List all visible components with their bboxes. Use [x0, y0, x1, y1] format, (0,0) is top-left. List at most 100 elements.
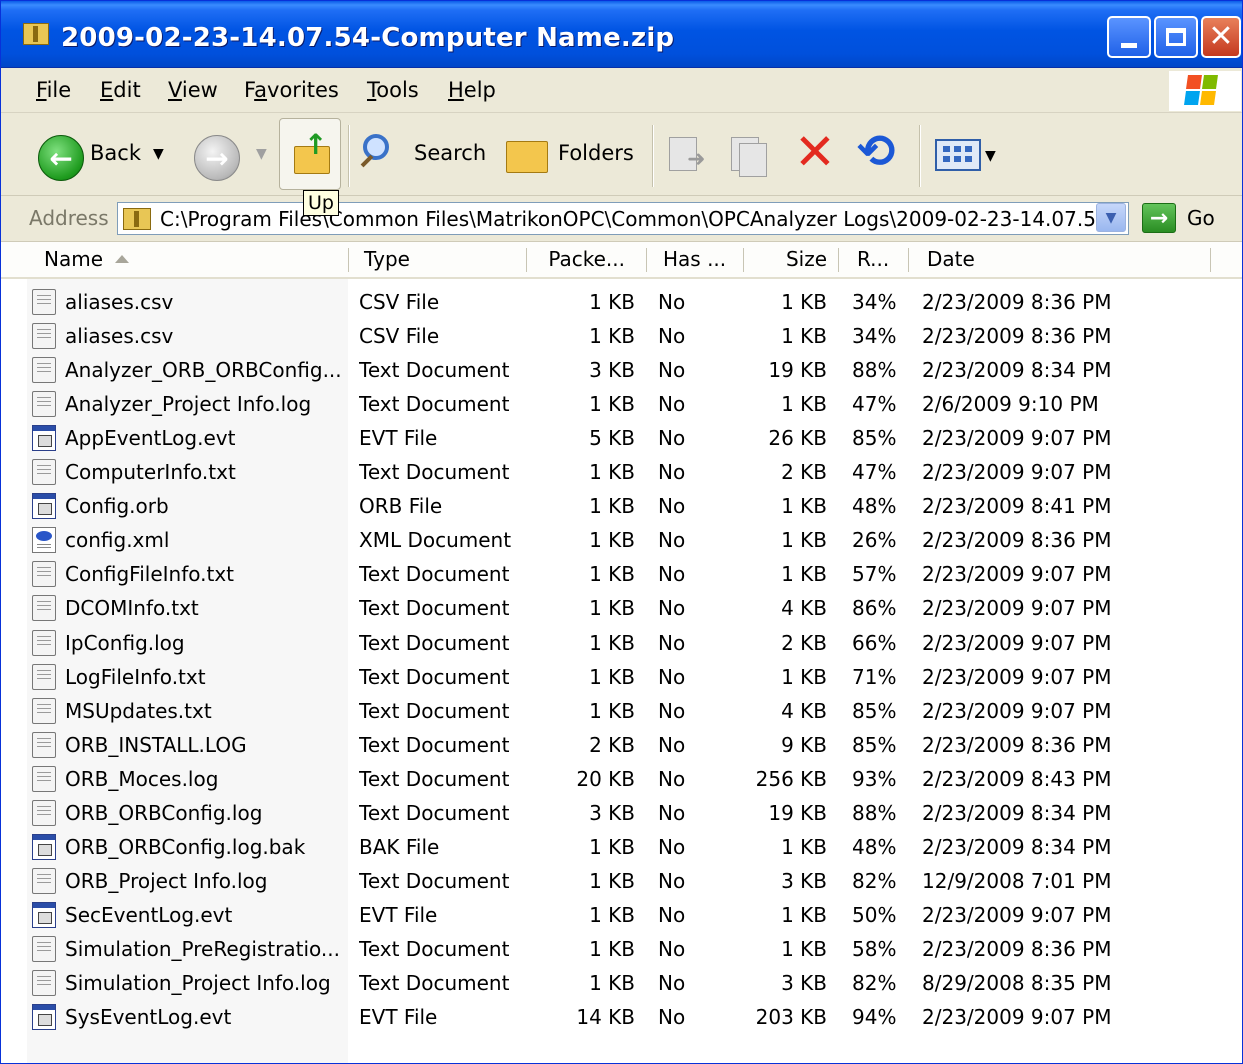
delete-icon[interactable]: ✕	[794, 127, 836, 177]
file-ratio: 85%	[852, 426, 897, 451]
file-ratio: 85%	[852, 698, 897, 723]
list-item[interactable]: Simulation_PreRegistratio... Text Documen…	[1, 932, 1242, 966]
file-name: SysEventLog.evt	[65, 1005, 232, 1030]
menu-help[interactable]: Help	[448, 78, 496, 102]
menu-view[interactable]: View	[168, 78, 218, 102]
forward-dropdown-arrow-icon[interactable]: ▼	[256, 146, 267, 162]
file-has: No	[658, 698, 686, 723]
list-item[interactable]: aliases.csv CSV File 1 KB No 1 KB 34% 2/23/200…	[1, 285, 1242, 319]
column-header-type[interactable]: Type	[354, 242, 526, 277]
file-size: 1 KB	[781, 902, 827, 927]
list-item[interactable]: ORB_INSTALL.LOG Text Document 2 KB No 9 KB 85…	[1, 728, 1242, 762]
column-header-ratio[interactable]: R...	[847, 242, 907, 277]
file-name: config.xml	[65, 528, 170, 553]
file-date: 2/23/2009 8:36 PM	[922, 324, 1112, 349]
views-dropdown-arrow-icon[interactable]: ▼	[985, 148, 996, 164]
list-item[interactable]: LogFileInfo.txt Text Document 1 KB No 1 KB 71…	[1, 660, 1242, 694]
forward-arrow-icon[interactable]: →	[194, 135, 240, 181]
file-has: No	[658, 1005, 686, 1030]
file-list-view[interactable]: Name Type Packe... Has ... Size R... Dat…	[1, 242, 1242, 1063]
file-packed: 1 KB	[589, 562, 635, 587]
file-ratio: 66%	[852, 630, 897, 655]
file-size: 1 KB	[781, 494, 827, 519]
menu-tools[interactable]: Tools	[367, 78, 419, 102]
search-icon[interactable]	[363, 134, 389, 160]
file-date: 2/23/2009 8:34 PM	[922, 358, 1112, 383]
file-has: No	[658, 358, 686, 383]
column-header-packed[interactable]: Packe...	[527, 242, 635, 277]
list-item[interactable]: IpConfig.log Text Document 1 KB No 2 KB 66% 2/…	[1, 626, 1242, 660]
column-header-name[interactable]: Name	[34, 242, 347, 277]
address-dropdown-arrow-icon[interactable]: ▼	[1096, 203, 1126, 232]
go-button-label[interactable]: Go	[1187, 206, 1215, 230]
list-item[interactable]: ORB_ORBConfig.log Text Document 3 KB No 19 K…	[1, 796, 1242, 830]
list-item[interactable]: MSUpdates.txt Text Document 1 KB No 4 KB 85% 2…	[1, 694, 1242, 728]
file-date: 2/23/2009 9:07 PM	[922, 426, 1112, 451]
file-type: EVT File	[359, 426, 438, 451]
search-button-label[interactable]: Search	[414, 141, 486, 165]
folders-button-label[interactable]: Folders	[558, 141, 634, 165]
address-bar: Address C:\Program Files\Common Files\Ma…	[1, 196, 1242, 242]
list-item[interactable]: aliases.csv CSV File 1 KB No 1 KB 34% 2/23/200…	[1, 319, 1242, 353]
column-header-has[interactable]: Has ...	[653, 242, 743, 277]
file-date: 2/23/2009 9:07 PM	[922, 596, 1112, 621]
list-item[interactable]: ORB_ORBConfig.log.bak BAK File 1 KB No 1 KB 4…	[1, 830, 1242, 864]
undo-icon[interactable]: ⟲	[857, 127, 896, 175]
file-has: No	[658, 902, 686, 927]
list-item[interactable]: Analyzer_Project Info.log Text Document 1 …	[1, 387, 1242, 421]
views-icon[interactable]	[935, 139, 981, 171]
list-item[interactable]: SysEventLog.evt EVT File 14 KB No 203 KB 94% 2…	[1, 1000, 1242, 1034]
file-name: AppEventLog.evt	[65, 426, 236, 451]
list-item[interactable]: config.xml XML Document 1 KB No 1 KB 26% 2/23/…	[1, 523, 1242, 557]
file-type: Text Document	[359, 766, 510, 791]
back-button-label[interactable]: Back	[90, 141, 141, 165]
file-packed: 1 KB	[589, 630, 635, 655]
file-packed: 2 KB	[589, 732, 635, 757]
close-button[interactable]: ✕	[1201, 16, 1241, 58]
file-type: Text Document	[359, 460, 510, 485]
maximize-button[interactable]	[1154, 16, 1198, 58]
file-type: Text Document	[359, 358, 510, 383]
file-has: No	[658, 426, 686, 451]
back-dropdown-arrow-icon[interactable]: ▼	[153, 146, 164, 162]
address-input[interactable]: C:\Program Files\Common Files\MatrikonOP…	[117, 202, 1129, 235]
file-has: No	[658, 528, 686, 553]
menu-edit[interactable]: Edit	[100, 78, 141, 102]
file-type: Text Document	[359, 392, 510, 417]
file-ratio: 57%	[852, 562, 897, 587]
list-item[interactable]: ORB_Moces.log Text Document 20 KB No 256 KB 9…	[1, 762, 1242, 796]
list-item[interactable]: Simulation_Project Info.log Text Document…	[1, 966, 1242, 1000]
minimize-button[interactable]	[1107, 16, 1151, 58]
list-item[interactable]: Analyzer_ORB_ORBConfig... Text Document 3 …	[1, 353, 1242, 387]
file-ratio: 82%	[852, 971, 897, 995]
list-item[interactable]: ConfigFileInfo.txt Text Document 1 KB No 1 K…	[1, 557, 1242, 591]
address-label: Address	[29, 206, 109, 230]
list-item[interactable]: AppEventLog.evt EVT File 5 KB No 26 KB 85% 2/2…	[1, 421, 1242, 455]
file-date: 2/23/2009 9:07 PM	[922, 1005, 1112, 1030]
menu-favorites[interactable]: Favorites	[244, 78, 339, 102]
file-name: Simulation_PreRegistratio...	[65, 936, 340, 961]
file-has: No	[658, 971, 686, 995]
file-ratio: 88%	[852, 358, 897, 383]
menu-file[interactable]: File	[36, 78, 71, 102]
up-folder-button[interactable]: ↑	[279, 118, 341, 190]
file-type: Text Document	[359, 868, 510, 893]
list-item[interactable]: ORB_Project Info.log Text Document 1 KB No 3…	[1, 864, 1242, 898]
text-file-icon	[32, 629, 56, 656]
back-arrow-icon[interactable]: ←	[38, 135, 84, 181]
file-size: 2 KB	[781, 460, 827, 485]
column-header-date[interactable]: Date	[917, 242, 1207, 277]
go-arrow-icon[interactable]: →	[1142, 203, 1176, 233]
file-date: 2/23/2009 8:34 PM	[922, 834, 1112, 859]
title-bar[interactable]: 2009-02-23-14.07.54-Computer Name.zip ✕	[1, 1, 1242, 68]
file-ratio: 47%	[852, 460, 897, 485]
list-item[interactable]: SecEventLog.evt EVT File 1 KB No 1 KB 50% 2/23…	[1, 898, 1242, 932]
folders-icon[interactable]	[506, 141, 548, 173]
list-item[interactable]: ComputerInfo.txt Text Document 1 KB No 2 KB 4…	[1, 455, 1242, 489]
list-item[interactable]: Config.orb ORB File 1 KB No 1 KB 48% 2/23/2009…	[1, 489, 1242, 523]
file-date: 2/23/2009 8:36 PM	[922, 732, 1112, 757]
file-ratio: 93%	[852, 766, 897, 791]
text-file-icon	[32, 970, 56, 996]
column-header-size[interactable]: Size	[743, 242, 837, 277]
list-item[interactable]: DCOMInfo.txt Text Document 1 KB No 4 KB 86% 2/…	[1, 591, 1242, 625]
